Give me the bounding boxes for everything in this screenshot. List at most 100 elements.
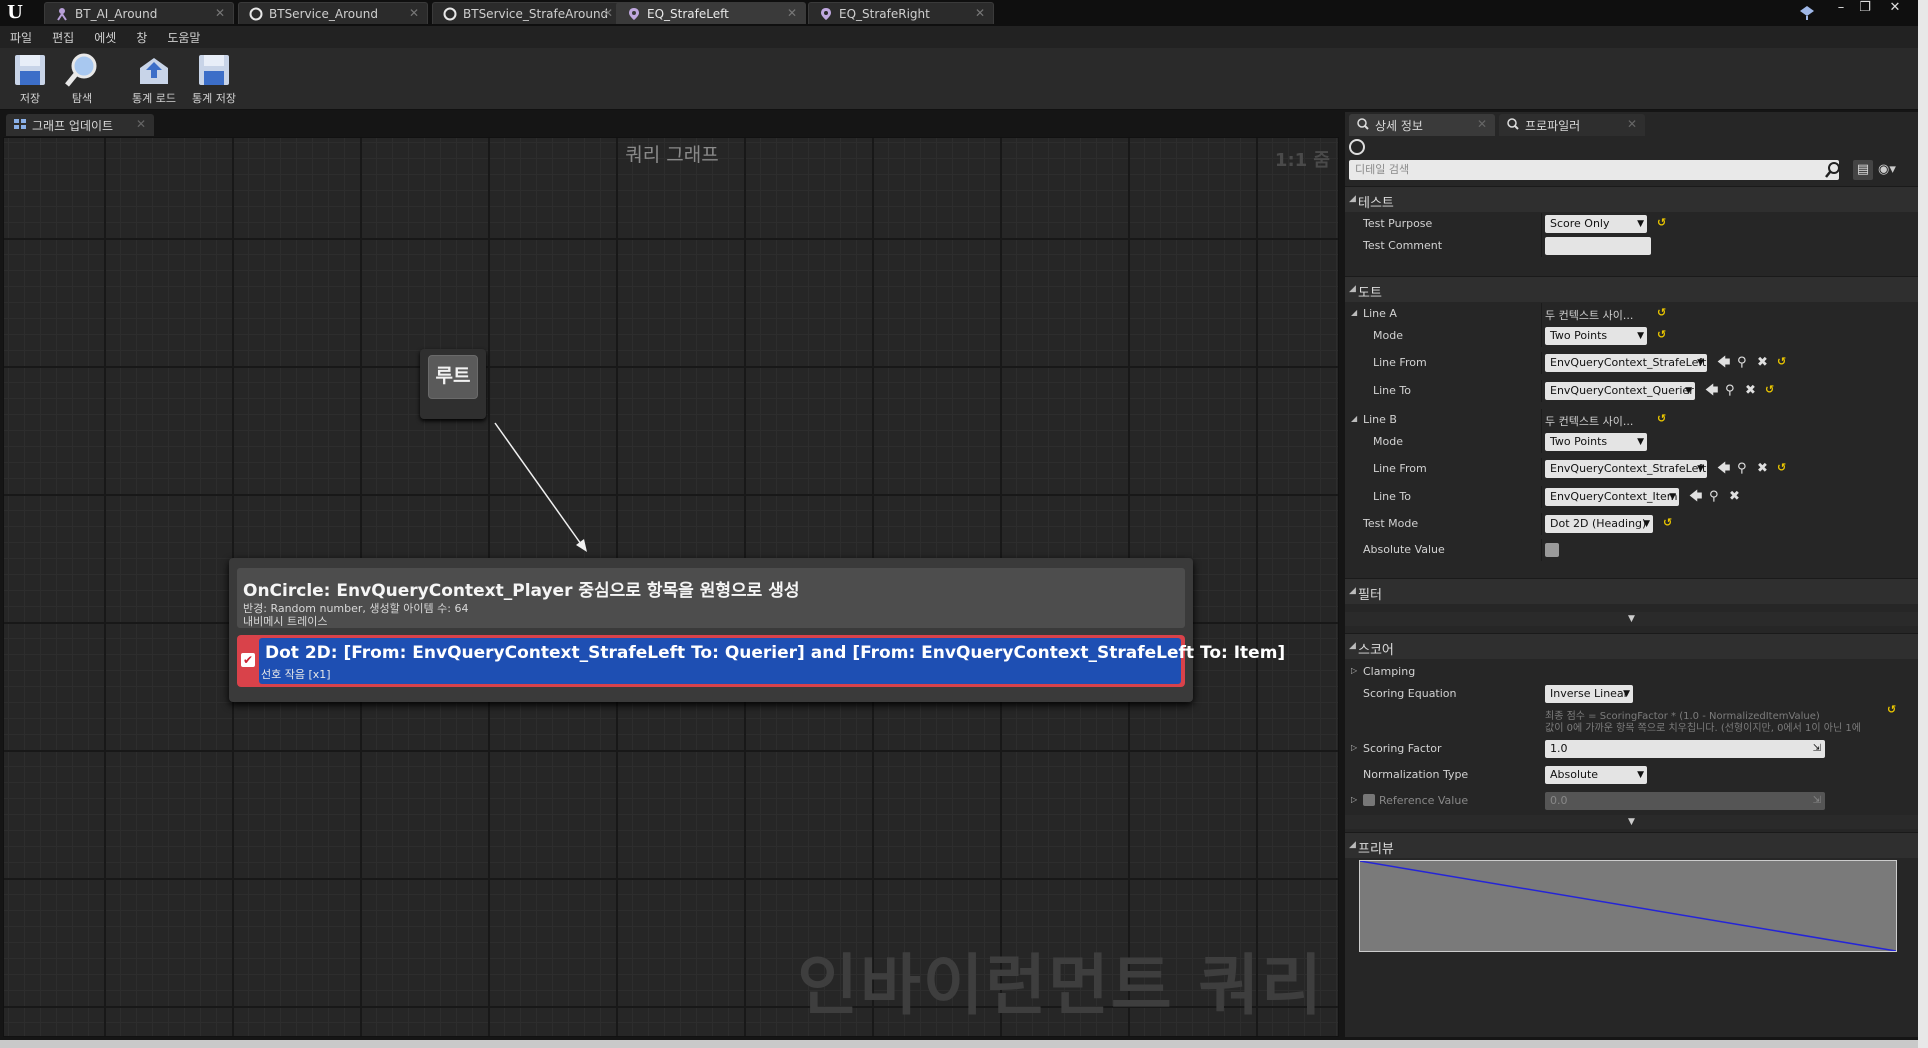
close-icon[interactable]: ✕ (603, 6, 613, 20)
section-dot[interactable]: ◢ 도트 (1345, 276, 1918, 302)
test-comment-input[interactable] (1545, 237, 1651, 255)
tab-label: BT_AI_Around (75, 6, 158, 21)
test-mode-dropdown[interactable]: Dot 2D (Heading) ▼ (1545, 515, 1653, 533)
reset-icon[interactable]: ↺ (1765, 383, 1774, 396)
absolute-value-checkbox[interactable] (1545, 543, 1559, 557)
test-subtitle: 선호 작음 [x1] (261, 668, 331, 681)
use-selected-arrow-icon[interactable]: 🡄 (1717, 355, 1730, 371)
mode-a-dropdown[interactable]: Two Points ▼ (1545, 327, 1647, 345)
section-test[interactable]: ◢ 테스트 (1345, 186, 1918, 212)
section-filter[interactable]: ◢ 필터 (1345, 578, 1918, 604)
query-graph-canvas[interactable]: 쿼리 그래프 1:1 줌 인바이런먼트 쿼리 루트 OnCircle: EnvQ… (3, 137, 1339, 1037)
use-selected-arrow-icon[interactable]: 🡄 (1689, 489, 1702, 505)
use-selected-arrow-icon[interactable]: 🡄 (1717, 461, 1730, 477)
row-mode-b: Mode Two Points ▼ (1345, 431, 1918, 453)
tab-btservice-strafearound[interactable]: BTService_StrafeAround ✕ (432, 2, 622, 24)
test-purpose-dropdown[interactable]: Score Only ▼ (1545, 215, 1647, 233)
line-to-b-dropdown[interactable]: EnvQueryContext_Item ▼ (1545, 488, 1679, 506)
reference-value-input[interactable]: 0.0 ⇲ (1545, 792, 1825, 810)
collapsed-arrow-icon[interactable]: ▷ (1351, 795, 1357, 804)
menu-window[interactable]: 창 (136, 29, 147, 46)
clear-icon[interactable]: ✖ (1729, 489, 1740, 505)
browse-button[interactable]: 탐색 (54, 52, 110, 108)
close-icon[interactable]: ✕ (1477, 117, 1487, 131)
collapsed-arrow-icon[interactable]: ▷ (1351, 743, 1357, 752)
test-enabled-checkbox[interactable]: ✔ (241, 653, 255, 667)
advanced-expand-button[interactable]: ▼ (1345, 815, 1918, 829)
reset-icon[interactable]: ↺ (1657, 306, 1666, 319)
tab-label: 상세 정보 (1375, 118, 1423, 133)
tab-graph-update[interactable]: 그래프 업데이트 ✕ (6, 114, 154, 136)
tab-btservice-around[interactable]: BTService_Around ✕ (238, 2, 428, 24)
menu-file[interactable]: 파일 (10, 29, 32, 46)
reset-icon[interactable]: ↺ (1657, 328, 1666, 341)
close-icon[interactable]: ✕ (975, 6, 985, 20)
tab-profiler[interactable]: 프로파일러 ✕ (1499, 114, 1645, 136)
row-line-from-b: Line From EnvQueryContext_StrafeLeft ▼ 🡄 … (1345, 458, 1918, 480)
reset-icon[interactable]: ↺ (1657, 216, 1666, 229)
line-from-a-dropdown[interactable]: EnvQueryContext_StrafeLeft ▼ (1545, 354, 1707, 372)
clear-icon[interactable]: ✖ (1757, 461, 1768, 477)
graph-icon (14, 118, 26, 132)
tab-eq-strafeleft[interactable]: EQ_StrafeLeft ✕ (616, 2, 806, 24)
minimize-button[interactable]: – (1828, 0, 1854, 18)
lock-selection-icon[interactable] (1349, 139, 1365, 155)
row-scoring-factor: ▷ Scoring Factor 1.0 ⇲ (1345, 738, 1918, 760)
reset-icon[interactable]: ↺ (1777, 355, 1786, 368)
test-node[interactable]: ✔ Dot 2D: [From: EnvQueryContext_StrafeL… (237, 635, 1285, 687)
close-icon[interactable]: ✕ (409, 6, 419, 20)
tab-label: 그래프 업데이트 (32, 118, 114, 133)
generator-node[interactable]: OnCircle: EnvQueryContext_Player 중심으로 항목… (229, 558, 1285, 702)
tab-details[interactable]: 상세 정보 ✕ (1349, 114, 1495, 136)
expand-arrow-icon[interactable]: ◢ (1351, 414, 1357, 423)
close-icon[interactable]: ✕ (136, 117, 146, 131)
expand-arrow-icon: ◢ (1349, 284, 1356, 294)
load-stats-button[interactable]: 통계 로드 (126, 52, 182, 108)
reset-icon[interactable]: ↺ (1887, 703, 1896, 716)
reset-icon[interactable]: ↺ (1657, 412, 1666, 425)
save-button[interactable]: 저장 (2, 52, 58, 108)
scoring-equation-dropdown[interactable]: Inverse Linear ▼ (1545, 685, 1633, 703)
close-window-button[interactable]: ✕ (1882, 0, 1908, 18)
view-options-icon[interactable]: ▤ (1853, 160, 1873, 180)
magnifier-icon (1507, 117, 1519, 133)
magnifier-icon (1357, 117, 1369, 133)
collapsed-arrow-icon[interactable]: ▷ (1351, 666, 1357, 675)
menu-edit[interactable]: 편집 (52, 29, 74, 46)
details-search-input[interactable]: 디테일 검색 (1349, 160, 1839, 180)
clear-icon[interactable]: ✖ (1745, 383, 1756, 399)
mode-b-dropdown[interactable]: Two Points ▼ (1545, 433, 1647, 451)
close-icon[interactable]: ✕ (787, 6, 797, 20)
normalization-type-dropdown[interactable]: Absolute ▼ (1545, 766, 1647, 784)
expand-arrow-icon[interactable]: ◢ (1351, 308, 1357, 317)
chevron-down-icon: ▼ (1643, 519, 1650, 529)
use-selected-arrow-icon[interactable]: 🡄 (1705, 383, 1718, 399)
section-score[interactable]: ◢ 스코어 (1345, 633, 1918, 659)
clear-icon[interactable]: ✖ (1757, 355, 1768, 371)
browse-search-icon[interactable]: ⚲ (1725, 383, 1735, 399)
browse-search-icon[interactable]: ⚲ (1737, 355, 1747, 371)
search-icon[interactable] (1825, 162, 1841, 178)
feedback-icon[interactable] (1798, 3, 1816, 21)
tab-bt-ai-around[interactable]: BT_AI_Around ✕ (44, 2, 234, 24)
browse-search-icon[interactable]: ⚲ (1709, 489, 1719, 505)
maximize-button[interactable]: ❐ (1852, 0, 1878, 18)
advanced-expand-button[interactable]: ▼ (1345, 612, 1918, 626)
line-from-b-dropdown[interactable]: EnvQueryContext_StrafeLeft ▼ (1545, 460, 1707, 478)
root-node[interactable]: 루트 (420, 349, 486, 419)
save-stats-button[interactable]: 통계 저장 (186, 52, 242, 108)
section-preview[interactable]: ◢ 프리뷰 (1345, 832, 1918, 858)
line-to-a-dropdown[interactable]: EnvQueryContext_Querier ▼ (1545, 382, 1695, 400)
menu-help[interactable]: 도움말 (167, 29, 200, 46)
eye-icon[interactable]: ◉▾ (1878, 162, 1908, 178)
close-icon[interactable]: ✕ (1627, 117, 1637, 131)
close-icon[interactable]: ✕ (215, 6, 225, 20)
menu-asset[interactable]: 에셋 (94, 29, 116, 46)
tab-eq-straferight[interactable]: EQ_StrafeRight ✕ (808, 2, 994, 24)
reset-icon[interactable]: ↺ (1777, 461, 1786, 474)
reset-icon[interactable]: ↺ (1663, 516, 1672, 529)
scoring-factor-input[interactable]: 1.0 ⇲ (1545, 740, 1825, 758)
reference-value-checkbox[interactable] (1363, 794, 1375, 806)
browse-search-icon[interactable]: ⚲ (1737, 461, 1747, 477)
status-bar (0, 1040, 1928, 1048)
